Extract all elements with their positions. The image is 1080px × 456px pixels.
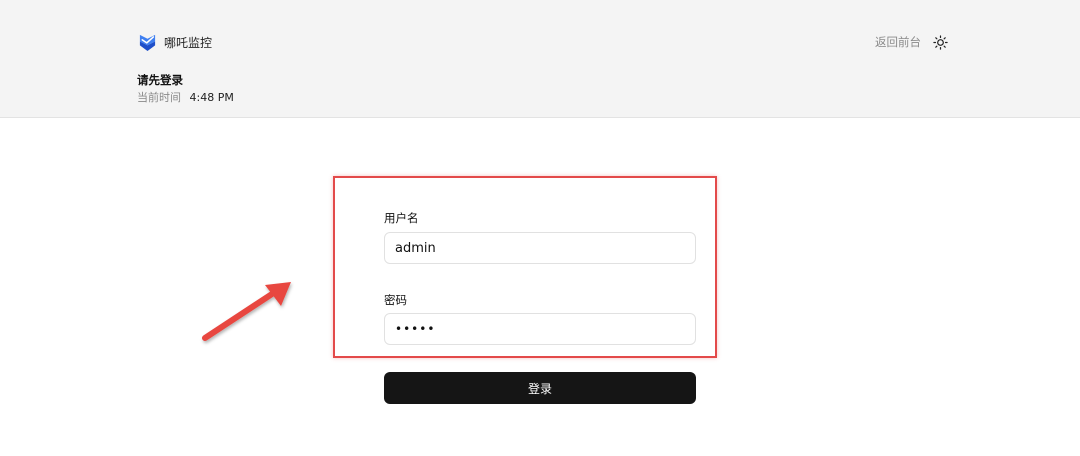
time-label: 当前时间 <box>137 91 181 104</box>
username-label: 用户名 <box>384 211 419 225</box>
username-input[interactable]: admin <box>384 232 696 264</box>
sun-icon[interactable] <box>933 34 948 50</box>
password-input[interactable]: ••••• <box>384 313 696 345</box>
current-time-row: 当前时间 4:48 PM <box>137 89 234 105</box>
password-label: 密码 <box>384 293 407 307</box>
top-header: 哪吒监控 返回前台 请先登录 当前时间 4:48 PM <box>0 0 1080 118</box>
check-shield-icon <box>139 34 156 51</box>
time-value: 4:48 PM <box>189 91 234 104</box>
page-title: 请先登录 <box>137 73 183 87</box>
back-to-frontend-link[interactable]: 返回前台 <box>875 34 921 50</box>
password-value: ••••• <box>395 322 436 336</box>
red-arrow-icon <box>202 282 291 341</box>
login-button-label: 登录 <box>527 381 552 396</box>
login-button[interactable]: 登录 <box>384 372 696 404</box>
header-actions: 返回前台 <box>875 34 948 50</box>
brand-name: 哪吒监控 <box>164 35 213 50</box>
brand[interactable]: 哪吒监控 <box>138 33 212 51</box>
username-value: admin <box>395 240 436 256</box>
